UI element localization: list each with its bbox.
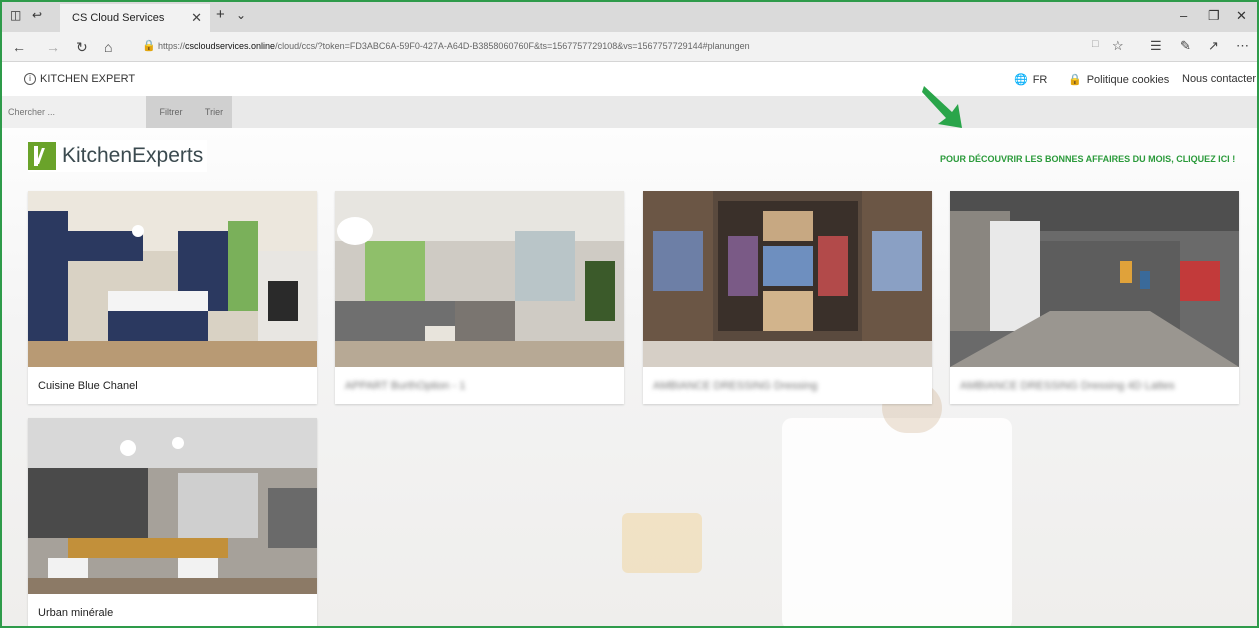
project-card[interactable]: Cuisine Blue Chanel [28, 191, 317, 404]
background-glass [622, 513, 702, 573]
project-card[interactable]: AMBIANCE DRESSING Dressing [643, 191, 932, 404]
info-icon: i [24, 73, 36, 85]
search-input[interactable] [2, 96, 146, 128]
logo-mark-icon [28, 142, 56, 170]
url-path: /cloud/ccs/?token=FD3ABC6A-59F0-427A-A64… [275, 41, 750, 51]
project-thumbnail [643, 191, 932, 367]
cookies-label: Politique cookies [1086, 73, 1170, 86]
close-tab-icon[interactable]: ✕ [191, 10, 202, 26]
project-title: AMBIANCE DRESSING Dressing [653, 380, 818, 392]
filter-button[interactable]: Filtrer [146, 96, 196, 128]
minimize-icon[interactable]: – [1180, 8, 1187, 23]
project-title: AMBIANCE DRESSING Dressing 4D Lattes [960, 380, 1175, 392]
brand[interactable]: i KITCHEN EXPERT [24, 73, 135, 85]
tab-bar: ◫ ↩ CS Cloud Services ✕ + ⌄ – ❐ ✕ [2, 2, 1257, 32]
lock-icon: 🔒 [142, 40, 156, 52]
new-tab-icon[interactable]: + [216, 6, 225, 23]
background-toaster [782, 418, 1012, 626]
maximize-icon[interactable]: ❐ [1208, 8, 1220, 24]
favorites-list-icon[interactable]: ☰ [1150, 38, 1162, 54]
notes-pen-icon[interactable]: ✎ [1180, 38, 1191, 54]
project-thumbnail [950, 191, 1239, 367]
back-icon[interactable]: ← [12, 39, 26, 55]
reading-view-icon[interactable]: □ [1092, 38, 1099, 50]
filter-toolbar: Filtrer Trier [2, 96, 1257, 128]
sort-button[interactable]: Trier [196, 96, 232, 128]
language-selector[interactable]: 🌐 FR [1014, 73, 1048, 87]
project-card[interactable]: Urban minérale [28, 418, 317, 626]
address-bar: ← → ↻ ⌂ 🔒 https://cscloudservices.online… [2, 32, 1257, 62]
app-window: ◫ ↩ CS Cloud Services ✕ + ⌄ – ❐ ✕ ← → ↻ … [0, 0, 1259, 628]
favorite-star-icon[interactable]: ☆ [1112, 38, 1124, 54]
project-thumbnail [335, 191, 624, 367]
url-prefix: https:// [158, 41, 186, 51]
browser-tab[interactable]: CS Cloud Services ✕ [60, 4, 210, 32]
cookies-link[interactable]: 🔒 Politique cookies [1068, 73, 1170, 87]
forward-icon[interactable]: → [46, 39, 60, 55]
logo-text: KitchenExperts [62, 144, 204, 167]
tab-list-chevron-icon[interactable]: ⌄ [236, 8, 246, 22]
promo-link[interactable]: POUR DÉCOUVRIR LES BONNES AFFAIRES DU MO… [940, 154, 1235, 164]
tab-manager-icon[interactable]: ◫ [10, 8, 21, 22]
project-thumbnail [28, 191, 317, 367]
globe-icon: 🌐 [1014, 74, 1028, 86]
project-card[interactable]: AMBIANCE DRESSING Dressing 4D Lattes [950, 191, 1239, 404]
set-aside-tabs-icon[interactable]: ↩ [32, 8, 42, 22]
tab-title: CS Cloud Services [72, 12, 165, 24]
language-label: FR [1032, 73, 1048, 86]
share-icon[interactable]: ↗ [1208, 38, 1219, 54]
contact-link[interactable]: Nous contacter [1182, 73, 1256, 85]
refresh-icon[interactable]: ↻ [76, 39, 88, 56]
lock-icon: 🔒 [1068, 74, 1082, 86]
project-card[interactable]: APPART BurthOption - 1 [335, 191, 624, 404]
contact-label: Nous contacter [1182, 73, 1256, 85]
app-header: i KITCHEN EXPERT 🌐 FR 🔒 Politique cookie… [2, 62, 1257, 96]
project-title: Urban minérale [38, 607, 114, 619]
more-menu-icon[interactable]: ⋯ [1236, 38, 1249, 54]
close-window-icon[interactable]: ✕ [1236, 8, 1247, 24]
kitchenexperts-logo[interactable]: KitchenExperts [28, 140, 208, 172]
url-field[interactable]: https://cscloudservices.online/cloud/ccs… [158, 41, 750, 51]
project-title: Cuisine Blue Chanel [38, 380, 138, 392]
url-host: cscloudservices.online [185, 41, 276, 51]
brand-label: KITCHEN EXPERT [40, 73, 136, 85]
project-thumbnail [28, 418, 317, 594]
home-icon[interactable]: ⌂ [104, 39, 112, 55]
project-title: APPART BurthOption - 1 [345, 380, 466, 392]
arrow-down-right-icon [922, 86, 962, 128]
main-content: KitchenExperts POUR DÉCOUVRIR LES BONNES… [2, 86, 1257, 626]
